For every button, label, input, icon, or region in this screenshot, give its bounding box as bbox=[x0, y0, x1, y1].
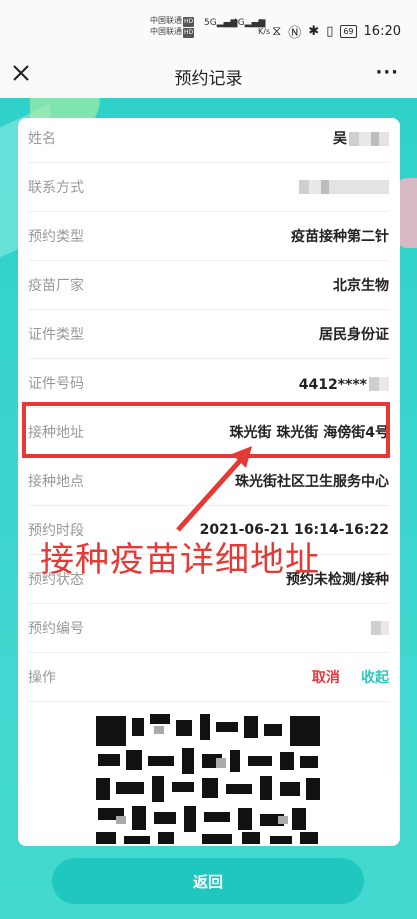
alarm-icon: ⧖ bbox=[272, 24, 282, 39]
annotation-label: 接种疫苗详细地址 bbox=[40, 540, 320, 580]
more-icon[interactable]: ··· bbox=[375, 62, 399, 83]
row-label: 预约类型 bbox=[28, 229, 84, 245]
carrier-2-label: 中国联通 bbox=[150, 27, 182, 36]
row-label: 操作 bbox=[28, 670, 56, 686]
redacted-value bbox=[371, 621, 389, 635]
row-label: 证件类型 bbox=[28, 327, 84, 343]
cancel-button[interactable]: 取消 bbox=[312, 670, 340, 686]
row-label: 预约编号 bbox=[28, 621, 84, 637]
redacted-value bbox=[299, 180, 389, 194]
status-bar: 中国联通 HD 中国联通 HD 5G▂▄▆ 4G▂▄▆ 0 K/s ⧖ Ⓝ ✱ ▯ … bbox=[0, 0, 417, 50]
decoration-shape bbox=[397, 178, 417, 248]
title-bar: 预约记录 ··· bbox=[0, 50, 417, 98]
row-value: 4412**** bbox=[298, 376, 367, 393]
collapse-button[interactable]: 收起 bbox=[361, 670, 389, 686]
battery-icon: 69 bbox=[340, 25, 357, 38]
row-appointment-type: 预约类型 疫苗接种第二针 bbox=[28, 212, 389, 261]
row-label: 姓名 bbox=[28, 131, 56, 147]
row-label: 证件号码 bbox=[28, 376, 84, 392]
row-name: 姓名 吴 bbox=[28, 114, 389, 163]
clock: 16:20 bbox=[363, 24, 401, 39]
row-id-number: 证件号码 4412**** bbox=[28, 359, 389, 408]
row-value: 疫苗接种第二针 bbox=[291, 229, 389, 245]
qr-code bbox=[92, 712, 324, 846]
carrier-1-label: 中国联通 bbox=[150, 16, 182, 25]
row-label: 接种地点 bbox=[28, 474, 84, 490]
page-title: 预约记录 bbox=[174, 69, 243, 89]
row-id-type: 证件类型 居民身份证 bbox=[28, 310, 389, 359]
hd-badge: HD bbox=[183, 28, 195, 38]
nfc-icon: Ⓝ bbox=[288, 26, 302, 41]
annotation-arrow-icon bbox=[176, 446, 252, 532]
network-speed: 0 K/s bbox=[258, 18, 271, 36]
status-icons: ⧖ Ⓝ ✱ ▯ 69 16:20 bbox=[272, 22, 401, 41]
row-label: 疫苗厂家 bbox=[28, 278, 84, 294]
bluetooth-icon: ✱ bbox=[308, 24, 320, 39]
row-value: 吴 bbox=[333, 131, 347, 147]
row-manufacturer: 疫苗厂家 北京生物 bbox=[28, 261, 389, 310]
hd-badge: HD bbox=[183, 17, 195, 27]
vibrate-icon: ▯ bbox=[326, 24, 334, 39]
redacted-value bbox=[349, 131, 389, 146]
carrier-info: 中国联通 HD 中国联通 HD bbox=[150, 16, 195, 38]
row-appointment-number: 预约编号 bbox=[28, 604, 389, 653]
row-value: 居民身份证 bbox=[319, 327, 389, 343]
row-label: 联系方式 bbox=[28, 180, 84, 196]
row-contact: 联系方式 bbox=[28, 163, 389, 212]
row-actions: 操作 取消 收起 bbox=[28, 653, 389, 702]
row-value: 北京生物 bbox=[333, 278, 389, 294]
return-button[interactable]: 返回 bbox=[52, 858, 364, 904]
redacted-value bbox=[369, 377, 389, 391]
